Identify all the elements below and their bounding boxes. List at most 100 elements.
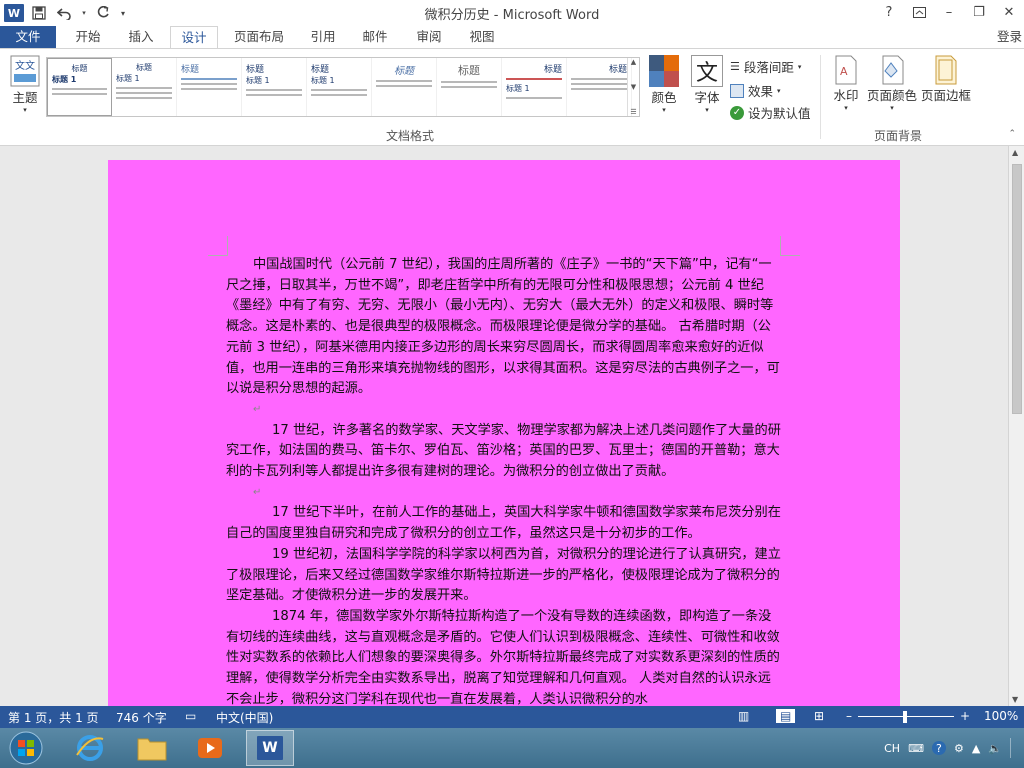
paragraph: 19 世纪初，法国科学学院的科学家以柯西为首，对微积分的理论进行了认真研究，建立… xyxy=(226,546,781,604)
ime-indicator[interactable]: CH xyxy=(884,742,900,755)
tab-references[interactable]: 引用 xyxy=(302,26,344,48)
style-set-item[interactable]: 标题 标题 1 xyxy=(47,58,112,116)
close-button[interactable]: ✕ xyxy=(994,0,1024,24)
help-button[interactable]: ? xyxy=(874,0,904,24)
restore-button[interactable]: ❐ xyxy=(964,0,994,24)
tab-view[interactable]: 视图 xyxy=(460,26,504,48)
zoom-level[interactable]: 100% xyxy=(984,709,1018,723)
media-player-icon[interactable] xyxy=(186,730,234,766)
empty-paragraph-mark: ↵ xyxy=(253,486,262,498)
show-hidden-icons[interactable]: ▲ xyxy=(972,742,980,755)
proofing-icon[interactable]: ▭ xyxy=(185,709,196,723)
tab-file[interactable]: 文件 xyxy=(0,26,56,48)
page-color-label: 页面颜色 xyxy=(866,88,917,103)
page-count[interactable]: 第 1 页，共 1 页 xyxy=(8,709,99,726)
group-document-format-label: 文档格式 xyxy=(386,129,435,143)
system-tray: CH ⌨ ? ⚙ ▲ 🔈 xyxy=(884,738,1020,758)
style-set-gallery: 标题 标题 1 标题 标题 1 标题 标题 标题 1 标题 标题 1 标题 标题 标题标… xyxy=(46,57,640,117)
fonts-label: 字体 xyxy=(694,90,720,105)
keyboard-icon[interactable]: ⌨ xyxy=(908,742,924,755)
document-page[interactable]: 中国战国时代（公元前 7 世纪），我国的庄周所著的《庄子》一书的“天下篇”中，记… xyxy=(108,160,900,706)
window-controls: ? – ❐ ✕ xyxy=(874,0,1024,26)
tab-page-layout[interactable]: 页面布局 xyxy=(224,26,294,48)
group-page-background-label: 页面背景 xyxy=(874,129,923,143)
style-set-item[interactable]: 标题 标题 1 xyxy=(502,58,567,116)
set-default-button[interactable]: ✓ 设为默认值 xyxy=(730,103,811,122)
status-bar: 第 1 页，共 1 页 746 个字 ▭ 中文(中国) ▥ ▤ ⊞ – + 10… xyxy=(0,706,1024,728)
style-set-item[interactable]: 标题 标题 1 xyxy=(307,58,372,116)
style-set-item[interactable]: 标题 标题 1 xyxy=(112,58,177,116)
word-app-icon[interactable]: W xyxy=(4,4,24,22)
zoom-in-button[interactable]: + xyxy=(960,709,970,723)
title-bar: W ▾ ▾ 微积分历史 - Microsoft Word ? – ❐ ✕ xyxy=(0,0,1024,26)
style-set-item[interactable]: 标题 标题 1 xyxy=(242,58,307,116)
gallery-down-icon[interactable]: ▼ xyxy=(631,83,636,91)
style-set-item[interactable]: 标题 xyxy=(372,58,437,116)
page-border-label: 页面边框 xyxy=(920,88,971,103)
word-taskbar-icon[interactable]: W xyxy=(246,730,294,766)
svg-text:文: 文 xyxy=(15,59,25,72)
style-set-item[interactable]: 标题 xyxy=(437,58,502,116)
internet-explorer-icon[interactable] xyxy=(66,730,114,766)
document-body[interactable]: 中国战国时代（公元前 7 世纪），我国的庄周所著的《庄子》一书的“天下篇”中，记… xyxy=(226,255,782,706)
print-layout-icon[interactable]: ▤ xyxy=(776,709,796,723)
undo-icon[interactable] xyxy=(54,3,76,23)
undo-dropdown-icon[interactable]: ▾ xyxy=(80,3,88,23)
fonts-icon: 文 xyxy=(691,55,723,87)
paragraph: 17 世纪下半叶，在前人工作的基础上，英国大科学家牛顿和德国数学家莱布尼茨分别在… xyxy=(226,505,781,542)
design-ribbon: 文文 主题 ▾ 标题 标题 1 标题 标题 1 标题 标题 标题 1 标题 标题 1 标… xyxy=(0,48,1024,146)
save-icon[interactable] xyxy=(28,3,50,23)
page-color-button[interactable]: 页面颜色 ▾ xyxy=(866,55,918,112)
theme-dropdown-icon: ▾ xyxy=(23,106,27,114)
minimize-button[interactable]: – xyxy=(934,0,964,24)
scroll-thumb[interactable] xyxy=(1012,164,1022,414)
collapse-ribbon-icon[interactable]: ⌃ xyxy=(1008,129,1016,139)
vertical-scrollbar[interactable]: ▲ ▼ xyxy=(1008,146,1024,706)
file-explorer-icon[interactable] xyxy=(128,730,176,766)
ribbon-display-icon[interactable] xyxy=(904,0,934,24)
colors-label: 颜色 xyxy=(651,90,677,105)
fonts-button[interactable]: 文 字体 ▾ xyxy=(688,55,726,114)
gallery-scroll[interactable]: ▲ ▼ ☰ xyxy=(627,58,639,116)
scroll-up-icon[interactable]: ▲ xyxy=(1012,148,1018,157)
gallery-up-icon[interactable]: ▲ xyxy=(631,58,636,66)
tab-insert[interactable]: 插入 xyxy=(116,26,166,48)
ribbon-separator xyxy=(820,55,821,139)
quick-access-toolbar: W ▾ ▾ xyxy=(4,2,128,24)
login-link[interactable]: 登录 xyxy=(997,26,1022,48)
colors-button[interactable]: 颜色 ▾ xyxy=(646,55,682,114)
tab-home[interactable]: 开始 xyxy=(62,26,114,48)
help-tray-icon[interactable]: ? xyxy=(931,741,946,755)
window-title: 微积分历史 - Microsoft Word xyxy=(424,8,600,23)
redo-icon[interactable] xyxy=(92,3,114,23)
effects-button[interactable]: 效果 ▾ xyxy=(730,81,781,100)
tab-review[interactable]: 审阅 xyxy=(408,26,450,48)
crop-mark xyxy=(780,236,800,256)
start-button[interactable] xyxy=(2,730,50,766)
scroll-down-icon[interactable]: ▼ xyxy=(1012,695,1018,704)
gallery-more-icon[interactable]: ☰ xyxy=(630,108,636,116)
page-border-button[interactable]: 页面边框 xyxy=(920,55,972,104)
ribbon-tabs: 文件 开始 插入 设计 页面布局 引用 邮件 审阅 视图 登录 xyxy=(0,26,1024,49)
watermark-button[interactable]: A 水印 ▾ xyxy=(828,55,864,112)
svg-text:文: 文 xyxy=(25,59,35,72)
volume-icon[interactable]: 🔈 xyxy=(988,742,1002,755)
language-indicator[interactable]: 中文(中国) xyxy=(216,709,273,726)
customize-qat-icon[interactable]: ▾ xyxy=(118,3,128,23)
word-count[interactable]: 746 个字 xyxy=(116,709,167,726)
style-set-item[interactable]: 标题 xyxy=(177,58,242,116)
read-mode-icon[interactable]: ▥ xyxy=(738,709,749,723)
page-color-icon xyxy=(882,55,904,85)
tab-mailings[interactable]: 邮件 xyxy=(354,26,396,48)
web-layout-icon[interactable]: ⊞ xyxy=(814,709,824,723)
zoom-out-button[interactable]: – xyxy=(846,709,852,723)
watermark-label: 水印 xyxy=(833,88,859,103)
tab-design[interactable]: 设计 xyxy=(170,26,218,49)
tray-settings-icon[interactable]: ⚙ xyxy=(954,742,964,755)
paragraph-spacing-button[interactable]: ☰ 段落间距 ▾ xyxy=(730,57,801,76)
zoom-slider-thumb[interactable] xyxy=(903,711,907,723)
show-desktop-button[interactable] xyxy=(1010,738,1020,758)
theme-button[interactable]: 文文 主题 ▾ xyxy=(6,55,44,114)
style-set-item[interactable]: 标题 xyxy=(567,58,632,116)
taskbar: W CH ⌨ ? ⚙ ▲ 🔈 xyxy=(0,728,1024,768)
